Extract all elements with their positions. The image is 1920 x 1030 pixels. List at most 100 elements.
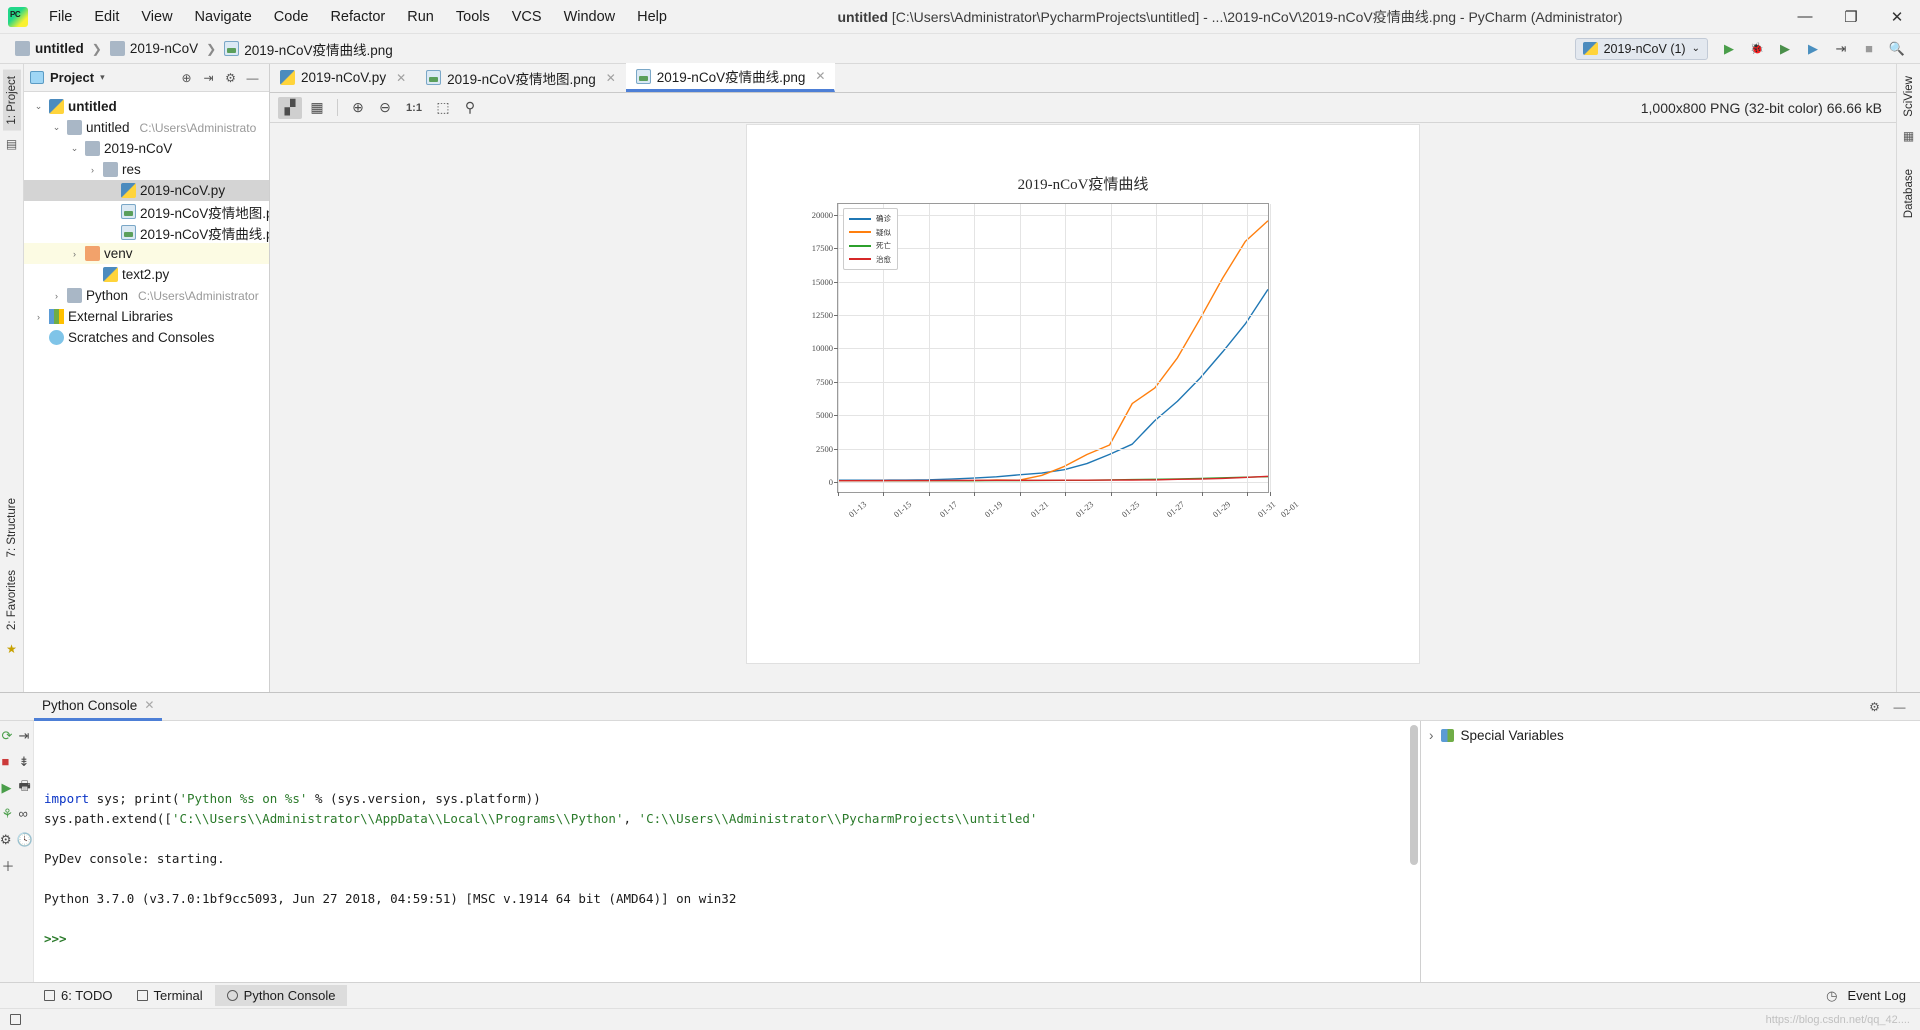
tree-item-scratches-and-consoles[interactable]: Scratches and Consoles [24,327,269,348]
menu-help[interactable]: Help [626,5,678,29]
search-everywhere-icon[interactable]: 🔍 [1884,37,1910,61]
breadcrumb-item-untitled[interactable]: untitled [12,40,87,57]
menu-view[interactable]: View [130,5,183,29]
chevron-right-icon[interactable]: › [86,165,99,175]
menu-tools[interactable]: Tools [445,5,501,29]
run-coverage-button[interactable]: ▶ [1772,37,1798,61]
tree-item-res[interactable]: › res [24,159,269,180]
special-variables-label: Special Variables [1460,728,1564,743]
chevron-right-icon[interactable]: › [68,249,81,259]
menu-run[interactable]: Run [396,5,445,29]
debug-button[interactable]: 🐞 [1744,37,1770,61]
chevron-down-icon[interactable]: ⌄ [68,143,81,154]
stop-button[interactable]: ■ [1856,37,1882,61]
toggle-transparency-chessboard-button[interactable]: ▞ [278,96,302,119]
add-icon[interactable]: ＋ [1,857,14,874]
scroll-to-end-icon[interactable]: ⇟ [19,753,32,770]
close-icon[interactable]: ✕ [396,71,406,85]
structure-view-icon[interactable]: ▤ [6,137,17,151]
collapse-all-icon[interactable]: ⇥ [198,67,219,88]
tree-item-untitled[interactable]: ⌄ untitled C:\Users\Administrato [24,117,269,138]
console-tab[interactable]: Python Console ✕ [34,693,163,721]
tool-tab-sciview[interactable]: SciView [1900,70,1918,123]
status-terminal[interactable]: Terminal [125,985,215,1006]
execute-icon[interactable]: ▶ [2,779,15,796]
close-icon[interactable]: ✕ [815,69,825,83]
gear-icon[interactable]: ⚙ [1864,696,1885,717]
maximize-button[interactable]: ❐ [1828,0,1874,34]
menu-code[interactable]: Code [263,5,320,29]
chevron-right-icon[interactable]: › [50,291,63,301]
tree-item-2019-ncov[interactable]: ⌄ 2019-nCoV [24,138,269,159]
link-icon[interactable]: ∞ [19,805,32,822]
toggle-grid-button[interactable]: ▦ [305,97,329,119]
tree-item-2019-ncov-png[interactable]: 2019-nCoV疫情曲线.png [24,222,269,243]
run-configuration-selector[interactable]: 2019-nCoV (1) ⌄ [1574,37,1708,60]
chart-x-tick-label: 01-23 [1074,499,1096,520]
rerun-icon[interactable]: ⟳ [2,727,15,744]
console-scrollbar[interactable] [1410,725,1418,865]
menu-navigate[interactable]: Navigate [184,5,263,29]
event-log-label[interactable]: Event Log [1847,988,1906,1003]
tree-item-2019-ncov-py[interactable]: 2019-nCoV.py [24,180,269,201]
hide-panel-icon[interactable]: — [242,67,263,88]
tree-item-text2-py[interactable]: text2.py [24,264,269,285]
minimize-button[interactable]: — [1782,0,1828,34]
console-gutter: ⟳ ⇥ ■ ⇟ ▶ 🖶 ⚘ ∞ ⚙ 🕓 ＋ [0,721,34,982]
tab-2019-ncov-map-png[interactable]: 2019-nCoV疫情地图.png ✕ [416,63,626,92]
status-python-console[interactable]: Python Console [214,985,348,1006]
menu-window[interactable]: Window [553,5,627,29]
tool-tab-database[interactable]: Database [1900,163,1918,224]
run-button[interactable]: ▶ [1716,37,1742,61]
tool-tab-project[interactable]: 1: Project [2,70,21,131]
star-icon[interactable]: ★ [6,642,17,656]
menu-edit[interactable]: Edit [83,5,130,29]
zoom-out-button[interactable]: ⊖ [373,97,397,119]
attach-process-button[interactable]: ⇥ [1828,37,1854,61]
status-todo[interactable]: 6: TODO [32,985,125,1006]
console-output[interactable]: import sys; print('Python %s on %s' % (s… [34,721,1420,982]
color-picker-button[interactable]: ⚲ [458,97,482,119]
print-icon[interactable]: 🖶 [19,778,32,796]
settings-icon[interactable]: ⚙ [0,831,13,848]
fit-to-window-button[interactable]: ⬚ [431,97,455,119]
gear-icon[interactable]: ⚙ [220,67,241,88]
folder-icon [109,41,125,56]
tool-tab-favorites[interactable]: 2: Favorites [3,564,21,636]
sciview-icon[interactable]: ▦ [1903,129,1914,143]
attach-debugger-icon[interactable]: ⚘ [2,805,15,822]
history-icon[interactable]: 🕓 [17,831,33,848]
tool-tab-structure[interactable]: 7: Structure [3,492,21,563]
actual-size-button[interactable]: 1:1 [400,97,428,119]
special-variables-row[interactable]: › Special Variables [1421,721,1920,750]
chart-x-tick-mark [928,492,930,496]
hide-panel-icon[interactable]: — [1889,696,1910,717]
image-viewer-canvas-area[interactable]: 2019-nCoV疫情曲线 确诊 疑似 死亡 治愈 0 2500 5000 7500 1000… [270,123,1896,692]
chevron-down-icon[interactable]: ⌄ [32,101,45,112]
tree-item-external-libraries[interactable]: › External Libraries [24,306,269,327]
expand-icon[interactable]: › [1429,728,1434,743]
menu-vcs[interactable]: VCS [501,5,553,29]
stop-icon[interactable]: ■ [2,753,15,770]
chart-gridline-h [838,248,1268,250]
chevron-right-icon[interactable]: › [32,312,45,322]
menu-refactor[interactable]: Refactor [319,5,396,29]
breadcrumb-item-image[interactable]: 2019-nCoV疫情曲线.png [221,38,396,60]
tree-item-venv[interactable]: › venv [24,243,269,264]
locate-file-icon[interactable]: ⊕ [176,67,197,88]
profile-button[interactable]: ▶ [1800,37,1826,61]
close-icon[interactable]: ✕ [144,698,154,712]
close-button[interactable]: ✕ [1874,0,1920,34]
chevron-down-icon[interactable]: ⌄ [50,122,63,133]
soft-wrap-icon[interactable]: ⇥ [19,727,32,744]
close-icon[interactable]: ✕ [606,71,616,85]
chevron-down-icon[interactable]: ▾ [100,72,105,83]
tab-2019-ncov-curve-png[interactable]: 2019-nCoV疫情曲线.png ✕ [625,63,836,92]
zoom-in-button[interactable]: ⊕ [346,97,370,119]
tree-item-python[interactable]: › Python C:\Users\Administrator [24,285,269,306]
tree-item-2019-ncov-png[interactable]: 2019-nCoV疫情地图.png [24,201,269,222]
breadcrumb-item-2019-ncov[interactable]: 2019-nCoV [107,40,201,57]
tree-item-untitled[interactable]: ⌄ untitled [24,96,269,117]
tab-2019-ncov-py[interactable]: 2019-nCoV.py ✕ [270,63,416,92]
menu-file[interactable]: File [38,5,83,29]
